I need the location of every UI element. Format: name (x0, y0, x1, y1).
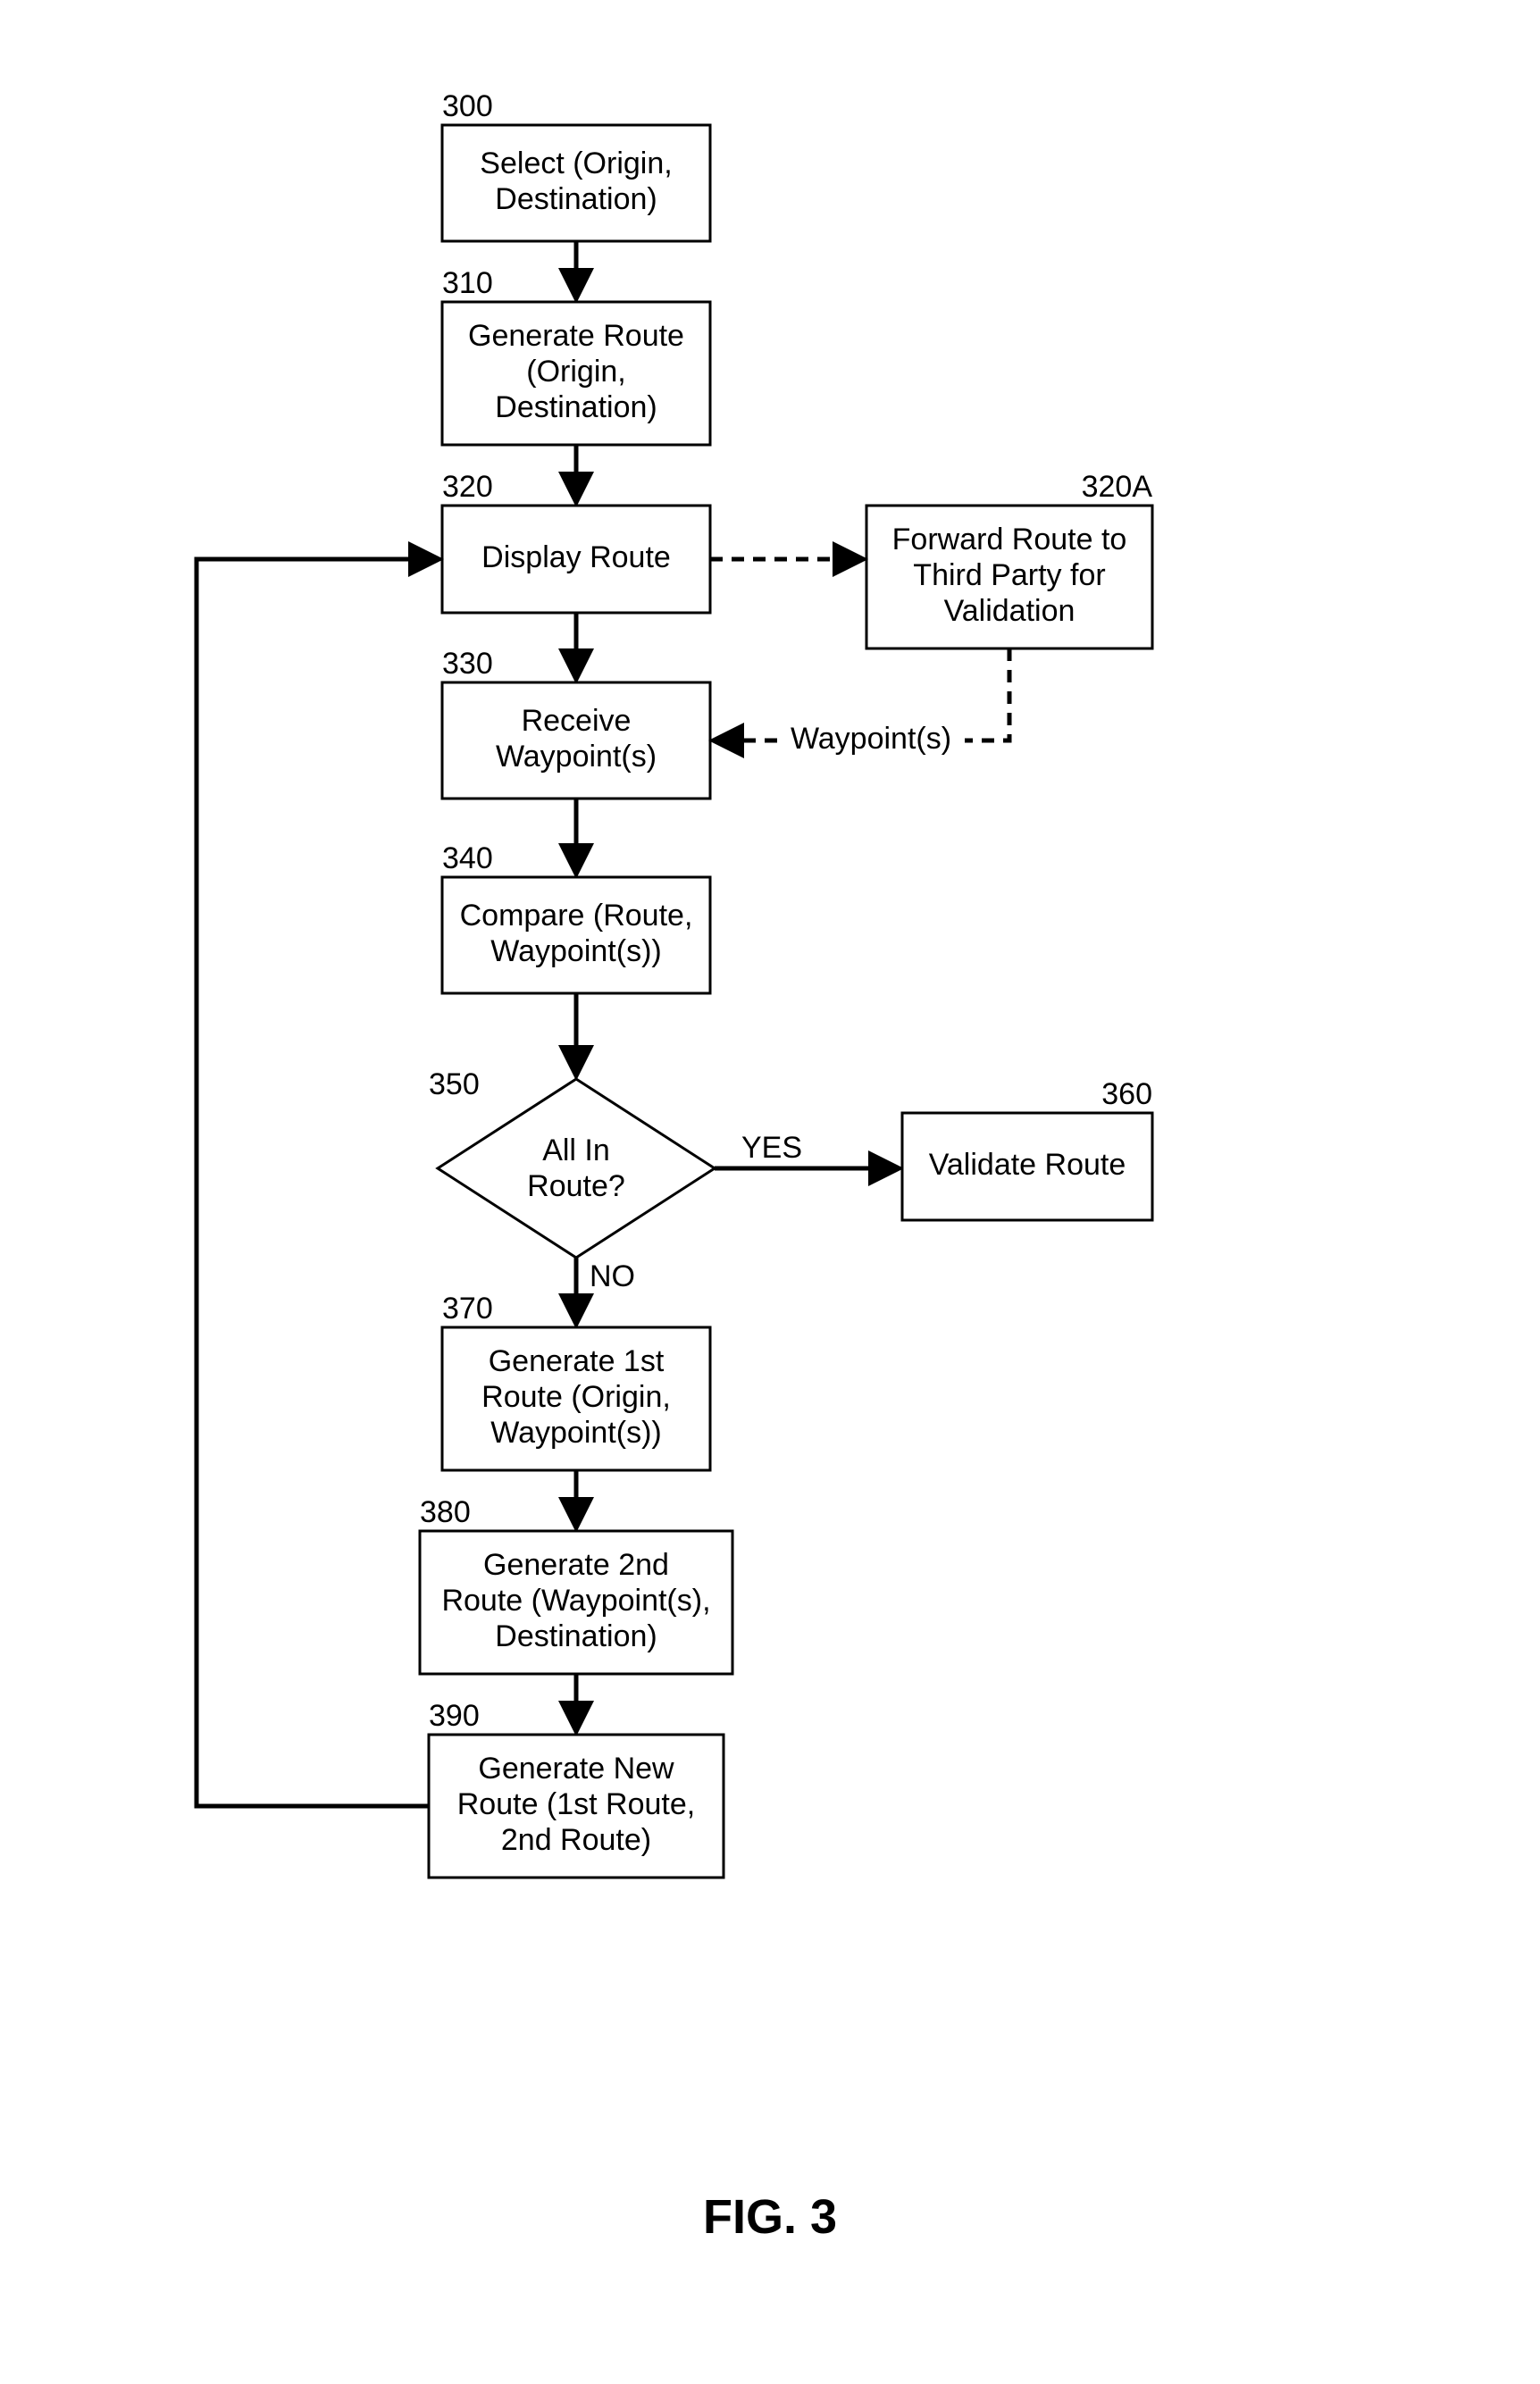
node-390-line1: Generate New (478, 1752, 674, 1786)
node-340-number: 340 (442, 841, 493, 875)
edge-label-no: NO (590, 1259, 635, 1293)
node-320a-line1: Forward Route to (892, 523, 1127, 556)
node-380-line3: Destination) (495, 1619, 657, 1653)
node-310-number: 310 (442, 266, 493, 300)
node-330-line2: Waypoint(s) (496, 740, 657, 774)
node-320a-number: 320A (1082, 470, 1153, 504)
node-300-line1: Select (Origin, (480, 146, 672, 180)
node-390-line3: 2nd Route) (501, 1823, 651, 1857)
node-330-line1: Receive (522, 704, 632, 738)
node-390-line2: Route (1st Route, (457, 1787, 695, 1821)
node-320-number: 320 (442, 470, 493, 504)
node-370-line1: Generate 1st (489, 1344, 665, 1378)
node-370-line2: Route (Origin, (481, 1380, 671, 1414)
node-340-line2: Waypoint(s)) (490, 934, 661, 968)
node-380-line1: Generate 2nd (483, 1548, 669, 1582)
node-360-number: 360 (1101, 1077, 1152, 1111)
node-340-line1: Compare (Route, (460, 899, 693, 933)
node-310-line1: Generate Route (468, 319, 684, 353)
node-300-number: 300 (442, 89, 493, 123)
node-330-number: 330 (442, 647, 493, 681)
node-310-line3: Destination) (495, 390, 657, 424)
node-370-number: 370 (442, 1292, 493, 1326)
node-300-line2: Destination) (495, 182, 657, 216)
edge-390-320 (197, 559, 435, 1806)
node-390-number: 390 (429, 1699, 480, 1733)
node-310-line2: (Origin, (526, 355, 625, 389)
node-350-line2: Route? (527, 1169, 625, 1203)
node-370-line3: Waypoint(s)) (490, 1416, 661, 1450)
flowchart-fig3: 300 Select (Origin, Destination) 310 Gen… (0, 0, 1540, 2384)
node-350-number: 350 (429, 1067, 480, 1101)
node-320-line1: Display Route (481, 540, 671, 574)
node-350-line1: All In (542, 1133, 610, 1167)
edge-label-yes: YES (741, 1131, 802, 1165)
edge-label-waypoints: Waypoint(s) (791, 722, 951, 756)
node-320a-line2: Third Party for (913, 558, 1105, 592)
node-380-line2: Route (Waypoint(s), (441, 1584, 710, 1618)
node-380-number: 380 (420, 1495, 471, 1529)
node-320a-line3: Validation (944, 594, 1075, 628)
node-360-line1: Validate Route (929, 1148, 1126, 1182)
figure-label: FIG. 3 (703, 2190, 837, 2244)
edge-320a-down (965, 648, 1009, 740)
